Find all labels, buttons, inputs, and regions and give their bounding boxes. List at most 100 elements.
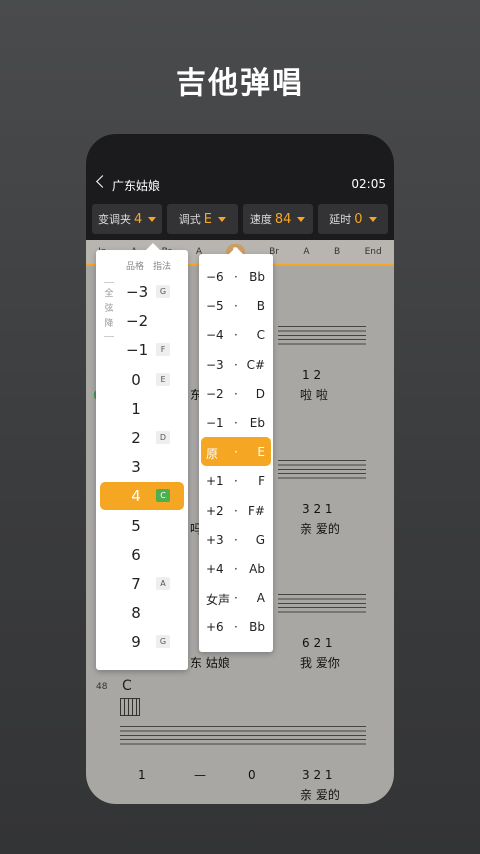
key-value: E: [203, 211, 212, 227]
key-name: Bb: [249, 620, 265, 635]
capo-label: 变调夹: [97, 213, 131, 226]
top-bar: 广东姑娘 02:05: [86, 172, 394, 198]
key-name: C#: [246, 357, 265, 372]
tab-staff: [278, 594, 366, 616]
capo-option[interactable]: 3: [100, 453, 184, 481]
notation-numbers: 0: [248, 768, 256, 782]
delay-label: 延时: [329, 213, 352, 226]
key-name: D: [255, 386, 265, 401]
capo-fret-value: 8: [131, 604, 141, 623]
key-shift-value: 女声: [206, 593, 231, 608]
key-option[interactable]: −5 · B: [201, 291, 271, 320]
capo-fret-value: 3: [131, 458, 141, 477]
capo-option[interactable]: 2D: [100, 424, 184, 452]
section-tab[interactable]: A: [303, 247, 309, 257]
playback-time: 02:05: [351, 177, 386, 191]
key-shift-value: +1: [206, 474, 224, 489]
capo-option[interactable]: 9G: [100, 628, 184, 656]
key-option[interactable]: 女声 · A: [201, 583, 271, 612]
separator-dot: ·: [234, 357, 238, 372]
chord-name: C: [122, 678, 132, 694]
capo-fret-value: 2: [131, 429, 141, 447]
chord-shape-badge: G: [156, 285, 170, 298]
key-name: E: [257, 445, 265, 460]
capo-option[interactable]: −1 F: [100, 336, 184, 364]
notation-numbers: 3 2 1: [302, 768, 333, 782]
key-option[interactable]: +6 · Bb: [201, 612, 271, 641]
tab-staff: [278, 460, 366, 482]
lyric-text: 亲 爱的: [300, 522, 340, 536]
capo-option[interactable]: 6: [100, 541, 184, 569]
caret-down-icon: [217, 216, 226, 222]
notation-numbers: 6 2 1: [302, 636, 333, 650]
key-name: A: [256, 591, 265, 606]
separator-dot: ·: [234, 270, 238, 284]
capo-option-selected[interactable]: 4C: [100, 482, 184, 511]
capo-fret-value: 0: [131, 370, 141, 389]
key-shift-value: +6: [206, 620, 224, 635]
chord-shape-badge: C: [156, 489, 170, 503]
chevron-left-icon[interactable]: [96, 175, 109, 188]
key-name: Bb: [249, 270, 265, 284]
capo-fret-value: 1: [131, 399, 141, 418]
control-bar: 变调夹 4 调式 E 速度 84 延时 0: [92, 204, 388, 234]
capo-option[interactable]: −2: [100, 307, 184, 335]
key-dropdown[interactable]: 调式 E: [167, 204, 238, 234]
phone-frame: 广东姑娘 02:05 变调夹 4 调式 E 速度 84 延时 0 In A Br: [86, 134, 394, 804]
key-option[interactable]: −6 · Bb: [201, 262, 271, 291]
key-shift-value: −6: [206, 270, 224, 284]
key-option[interactable]: +3 · G: [201, 525, 271, 554]
fret-column-header: 品格: [126, 262, 145, 272]
key-option[interactable]: −3 · C#: [201, 350, 271, 379]
delay-dropdown[interactable]: 延时 0: [317, 204, 388, 234]
separator-dot: ·: [234, 328, 238, 343]
lyric-text: 我 爱你: [300, 656, 340, 670]
key-option[interactable]: −4 · C: [201, 320, 271, 349]
tempo-dropdown[interactable]: 速度 84: [242, 204, 313, 234]
key-option[interactable]: +1 · F: [201, 466, 271, 495]
chord-shape-badge: G: [156, 635, 170, 649]
key-option[interactable]: +4 · Ab: [201, 554, 271, 583]
section-tab[interactable]: B: [334, 247, 340, 257]
key-name: B: [256, 299, 265, 314]
section-tab[interactable]: End: [365, 247, 382, 257]
capo-option[interactable]: 0E: [100, 366, 184, 394]
key-option[interactable]: −2 · D: [201, 379, 271, 408]
key-popup: −6 · Bb −5 · B −4 · C −3 · C# −2 · D −1 · Eb 原 · E +1 · F +2 · F# +…: [199, 247, 273, 652]
chord-diagram: [120, 698, 140, 716]
key-shift-value: −5: [206, 299, 224, 314]
notation-numbers: 1 2: [302, 368, 322, 382]
key-shift-value: −4: [206, 328, 224, 343]
key-shift-value: −1: [206, 416, 224, 430]
tempo-value: 84: [274, 211, 292, 227]
key-name: F#: [248, 503, 265, 518]
capo-option[interactable]: 1: [100, 395, 184, 423]
key-option[interactable]: −1 · Eb: [201, 408, 271, 437]
separator-dot: ·: [234, 562, 238, 576]
capo-option[interactable]: 8: [100, 599, 184, 627]
tab-staff: [120, 726, 366, 748]
separator-dot: ·: [234, 503, 238, 518]
separator-dot: ·: [234, 474, 238, 489]
key-name: F: [258, 474, 265, 489]
tab-staff: [278, 326, 366, 348]
tempo-label: 速度: [249, 213, 272, 226]
bar-number: 48: [96, 682, 108, 692]
separator-dot: ·: [234, 416, 238, 430]
promo-title: 吉他弹唱: [176, 66, 304, 101]
lyric-text: 东 姑娘: [190, 656, 230, 670]
capo-option[interactable]: 5: [100, 512, 184, 540]
song-title: 广东姑娘: [112, 179, 161, 193]
key-label: 调式: [178, 213, 201, 226]
capo-fret-value: −3: [126, 283, 149, 301]
delay-value: 0: [354, 211, 363, 227]
notation-numbers: 1: [138, 768, 146, 782]
capo-option[interactable]: −3 G: [100, 278, 184, 306]
notation-numbers: 3 2 1: [302, 502, 333, 516]
key-name: Ab: [249, 562, 265, 576]
key-option[interactable]: +2 · F#: [201, 496, 271, 525]
capo-dropdown[interactable]: 变调夹 4: [92, 204, 163, 234]
capo-option[interactable]: 7A: [100, 570, 184, 598]
chord-shape-badge: A: [156, 577, 170, 590]
key-option-selected[interactable]: 原 · E: [201, 437, 271, 467]
